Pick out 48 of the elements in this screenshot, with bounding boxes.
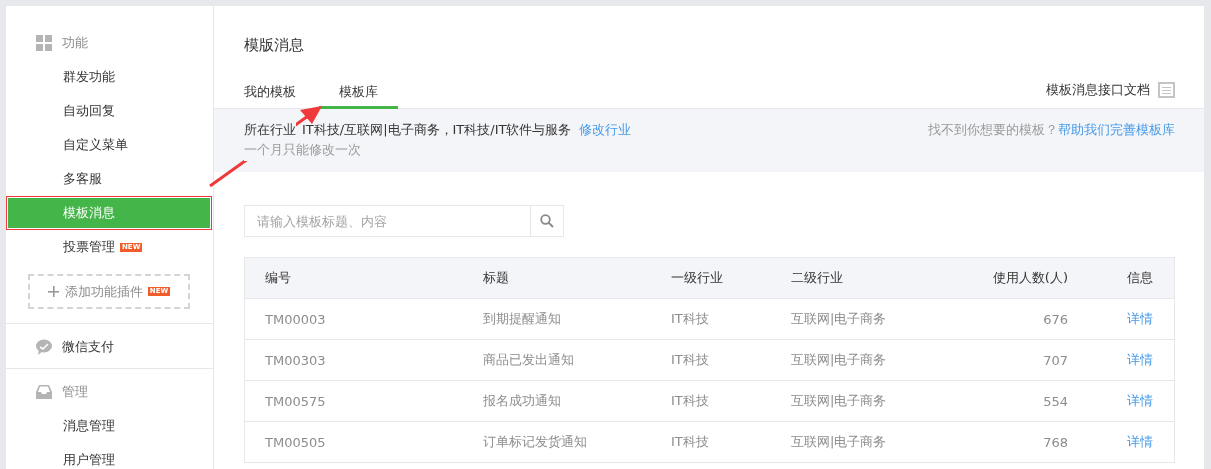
- table-cell-text: 554: [1042, 393, 1069, 409]
- table-cell-text: 互联网|电子商务: [790, 351, 888, 369]
- table-cell-text: TM00003: [264, 311, 327, 327]
- section-title: 管理: [62, 383, 88, 401]
- table-cell-text: TM00505: [264, 434, 327, 450]
- document-icon: [1158, 82, 1175, 98]
- search-field[interactable]: 请输入模板标题、内容: [244, 205, 530, 237]
- table-cell-text: 768: [1042, 434, 1069, 450]
- column-header: 信息: [1126, 269, 1154, 287]
- inbox-icon: [36, 384, 52, 400]
- nav-item[interactable]: 多客服: [6, 162, 212, 196]
- table-cell-text: 到期提醒通知: [482, 310, 562, 328]
- industry-label: 所在行业: [244, 121, 296, 139]
- table-cell-text: TM00303: [264, 352, 327, 368]
- industry-value: IT科技/互联网|电子商务，IT科技/IT软件与服务: [302, 121, 572, 139]
- column-header: 编号: [264, 269, 292, 287]
- nav-item[interactable]: 自定义菜单: [6, 128, 212, 162]
- table-cell-text: 订单标记发货通知: [482, 433, 588, 451]
- table-cell-text: IT科技: [670, 310, 710, 328]
- table-cell-text: IT科技: [670, 433, 710, 451]
- table-cell-text: 报名成功通知: [482, 392, 562, 410]
- table-cell-text: IT科技: [670, 351, 710, 369]
- help-text: 找不到你想要的模板？: [928, 122, 1058, 137]
- page-title: 模版消息: [243, 35, 305, 56]
- table-cell-text: 676: [1042, 311, 1069, 327]
- table-cell-text: 互联网|电子商务: [790, 310, 888, 328]
- grid-icon: [36, 35, 52, 51]
- column-header: 二级行业: [790, 269, 844, 287]
- table-cell-text: IT科技: [670, 392, 710, 410]
- table-cell-text: 707: [1042, 352, 1069, 368]
- search-icon: [540, 214, 554, 228]
- nav-item[interactable]: 群发功能: [6, 60, 212, 94]
- column-header: 使用人数(人): [991, 269, 1069, 287]
- chat-bubble-icon: [36, 339, 52, 355]
- column-header: 标题: [482, 269, 510, 287]
- nav-item[interactable]: 用户管理: [6, 443, 212, 469]
- table-cell-text: 商品已发出通知: [482, 351, 575, 369]
- section-title[interactable]: 微信支付: [62, 338, 114, 356]
- search-button[interactable]: [530, 205, 564, 237]
- table-cell-text: 互联网|电子商务: [790, 433, 888, 451]
- tab[interactable]: 我的模板: [244, 78, 319, 109]
- column-header: 一级行业: [670, 269, 724, 287]
- nav-item[interactable]: 消息管理: [6, 409, 212, 443]
- doc-link[interactable]: 模板消息接口文档: [1046, 81, 1150, 99]
- table-cell-text: 互联网|电子商务: [790, 392, 888, 410]
- nav-item[interactable]: 自动回复: [6, 94, 212, 128]
- table-cell-text: TM00575: [264, 393, 327, 409]
- section-title: 功能: [62, 34, 88, 52]
